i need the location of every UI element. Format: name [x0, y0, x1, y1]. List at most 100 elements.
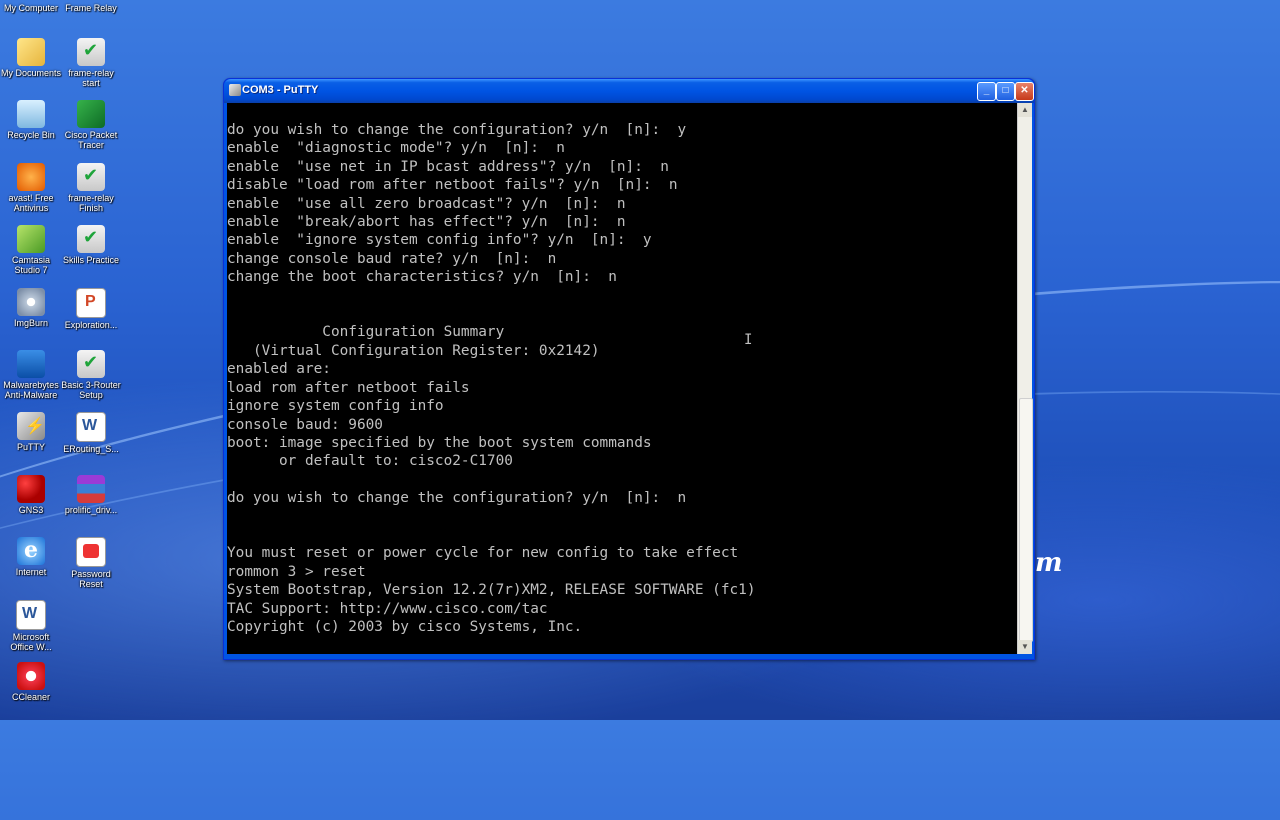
desktop-icon-label: PuTTY: [16, 442, 45, 452]
terminal-line: console baud: 9600: [227, 416, 383, 433]
desktop-icon-prolific-driver[interactable]: prolific_driv...: [60, 475, 122, 515]
putty-window[interactable]: COM3 - PuTTY _ □ ✕ do you wish to change…: [223, 78, 1035, 660]
desktop-icon-label: GNS3: [18, 505, 44, 515]
desktop-icon-cisco-packet-tracer[interactable]: Cisco Packet Tracer: [60, 100, 122, 150]
desktop-icon-label: frame-relay Finish: [68, 193, 114, 213]
desktop-icon-label: Exploration...: [64, 320, 118, 330]
terminal-line: or default to: cisco2-C1700: [227, 453, 513, 470]
word-icon: [76, 412, 106, 442]
desktop-icon-password-reset[interactable]: Password Reset: [60, 537, 122, 589]
desktop-icon-label: Skills Practice: [62, 255, 119, 265]
desktop-icon-frame-relay[interactable]: Frame Relay: [60, 3, 122, 13]
text-cursor-ibeam-icon: I: [744, 332, 753, 348]
desktop-icon-my-computer[interactable]: My Computer: [0, 3, 62, 13]
disc-icon: [17, 288, 45, 316]
desktop-icon-skills-practice[interactable]: Skills Practice: [60, 225, 122, 265]
desktop-icon-label: My Computer: [3, 3, 58, 13]
terminal-line: ignore system config info: [227, 398, 444, 415]
packet-file-icon: [77, 38, 105, 66]
desktop-icon-label: Camtasia Studio 7: [11, 255, 50, 275]
terminal-line: Copyright (c) 2003 by cisco Systems, Inc…: [227, 618, 583, 635]
desktop-icon-label: Basic 3-Router Setup: [61, 380, 121, 400]
desktop-icon-label: Frame Relay: [65, 3, 117, 13]
putty-icon[interactable]: [229, 84, 241, 96]
desktop-icon-label: ERouting_S...: [63, 444, 119, 454]
terminal-line: enable "ignore system config info"? y/n …: [227, 232, 652, 249]
desktop-icon-my-documents[interactable]: My Documents: [0, 38, 62, 78]
desktop-icon-label: My Documents: [0, 68, 62, 78]
terminal-line: enable "use all zero broadcast"? y/n [n]…: [227, 195, 626, 212]
desktop-icon-label: Password Reset: [71, 569, 111, 589]
ccleaner-icon: [17, 662, 45, 690]
desktop-icon-label: CCleaner: [11, 692, 51, 702]
desktop-icon-avast[interactable]: avast! Free Antivirus: [0, 163, 62, 213]
terminal-line: enabled are:: [227, 361, 331, 378]
packet-file-icon: [77, 163, 105, 191]
word-icon: [16, 600, 46, 630]
packet-tracer-icon: [77, 100, 105, 128]
desktop-icon-basic-3-router-setup[interactable]: Basic 3-Router Setup: [60, 350, 122, 400]
terminal-line: do you wish to change the configuration?…: [227, 490, 687, 507]
camtasia-icon: [17, 225, 45, 253]
terminal-line: TAC Support: http://www.cisco.com/tac: [227, 600, 548, 617]
desktop-icon-label: Malwarebytes Anti-Malware: [3, 380, 59, 400]
desktop-icon-label: avast! Free Antivirus: [8, 193, 54, 213]
pdf-icon: [76, 537, 106, 567]
terminal-line: load rom after netboot fails: [227, 379, 470, 396]
terminal-line: disable "load rom after netboot fails"? …: [227, 177, 678, 194]
recycle-bin-icon: [17, 100, 45, 128]
desktop-icon-frame-relay-start[interactable]: frame-relay start: [60, 38, 122, 88]
packet-file-icon: [77, 350, 105, 378]
terminal-line: do you wish to change the configuration?…: [227, 122, 687, 138]
desktop-icon-label: prolific_driv...: [64, 505, 118, 515]
desktop-icon-label: Internet: [15, 567, 47, 577]
terminal-line: enable "use net in IP bcast address"? y/…: [227, 158, 669, 175]
desktop-icon-label: Recycle Bin: [7, 130, 55, 140]
watermark-logo: m: [1035, 548, 1062, 578]
minimize-button[interactable]: _: [977, 82, 996, 101]
terminal-line: (Virtual Configuration Register: 0x2142): [227, 342, 600, 359]
window-titlebar[interactable]: COM3 - PuTTY _ □ ✕: [224, 79, 1034, 103]
desktop-icon-internet[interactable]: Internet: [0, 537, 62, 577]
terminal-line: System Bootstrap, Version 12.2(7r)XM2, R…: [227, 582, 756, 599]
desktop-icon-ccleaner[interactable]: CCleaner: [0, 662, 62, 702]
window-title: COM3 - PuTTY: [242, 84, 319, 96]
desktop-icon-malwarebytes[interactable]: Malwarebytes Anti-Malware: [0, 350, 62, 400]
desktop-icon-label: Microsoft Office W...: [10, 632, 52, 652]
terminal-line: boot: image specified by the boot system…: [227, 434, 652, 451]
scroll-down-arrow-icon[interactable]: ▼: [1018, 640, 1032, 654]
terminal-output: do you wish to change the configuration?…: [227, 121, 756, 636]
desktop-icon-putty[interactable]: PuTTY: [0, 412, 62, 452]
desktop-icon-erouting[interactable]: ERouting_S...: [60, 412, 122, 454]
powerpoint-icon: [76, 288, 106, 318]
desktop-icon-recycle-bin[interactable]: Recycle Bin: [0, 100, 62, 140]
packet-file-icon: [77, 225, 105, 253]
terminal-line: enable "break/abort has effect"? y/n [n]…: [227, 214, 626, 231]
desktop-icon-label: ImgBurn: [13, 318, 48, 328]
folder-icon: [17, 38, 45, 66]
putty-icon: [17, 412, 45, 440]
terminal-line: You must reset or power cycle for new co…: [227, 545, 739, 562]
gns3-icon: [17, 475, 45, 503]
maximize-button[interactable]: □: [996, 82, 1015, 101]
terminal-line: change the boot characteristics? y/n [n]…: [227, 269, 617, 286]
terminal-scrollbar[interactable]: ▲ ▼: [1017, 103, 1033, 654]
desktop-icon-word[interactable]: Microsoft Office W...: [0, 600, 62, 652]
desktop-icon-camtasia[interactable]: Camtasia Studio 7: [0, 225, 62, 275]
desktop-icon-label: Cisco Packet Tracer: [64, 130, 118, 150]
terminal-line: rommon 3 > reset: [227, 563, 366, 580]
desktop-icon-gns3[interactable]: GNS3: [0, 475, 62, 515]
scrollbar-thumb[interactable]: [1019, 398, 1033, 642]
terminal-line: enable "diagnostic mode"? y/n [n]: n: [227, 140, 565, 157]
scroll-up-arrow-icon[interactable]: ▲: [1018, 103, 1032, 117]
desktop-icon-imgburn[interactable]: ImgBurn: [0, 288, 62, 328]
close-button[interactable]: ✕: [1015, 82, 1034, 101]
malwarebytes-icon: [17, 350, 45, 378]
terminal-screen[interactable]: do you wish to change the configuration?…: [227, 103, 1017, 654]
avast-icon: [17, 163, 45, 191]
desktop-icon-frame-relay-finish[interactable]: frame-relay Finish: [60, 163, 122, 213]
winrar-icon: [77, 475, 105, 503]
terminal-line: change console baud rate? y/n [n]: n: [227, 250, 557, 267]
internet-explorer-icon: [17, 537, 45, 565]
desktop-icon-exploration[interactable]: Exploration...: [60, 288, 122, 330]
